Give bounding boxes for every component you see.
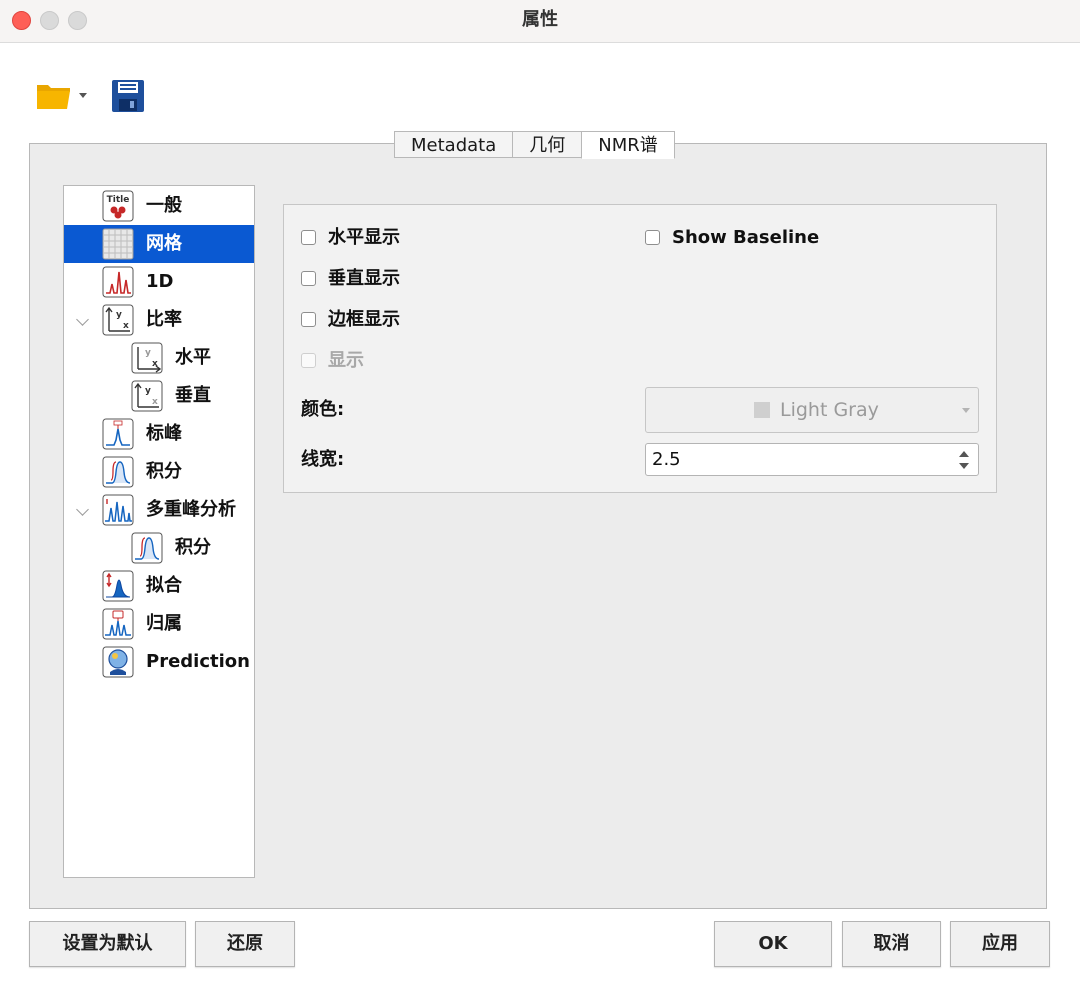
frame-display-label: 边框显示 bbox=[328, 309, 400, 330]
ratio-horizontal-icon: y x bbox=[131, 342, 163, 374]
tree-item-label: 水平 bbox=[175, 347, 211, 368]
tree-item-general[interactable]: Title 一般 bbox=[64, 187, 254, 225]
ok-button[interactable]: OK bbox=[714, 921, 832, 967]
show-label: 显示 bbox=[328, 350, 364, 371]
open-menu-dropdown-icon[interactable] bbox=[79, 93, 87, 98]
integral-icon bbox=[131, 532, 163, 564]
horizontal-display-label: 水平显示 bbox=[328, 227, 400, 248]
set-as-default-button[interactable]: 设置为默认 bbox=[29, 921, 186, 967]
tree-item-multiplet[interactable]: 多重峰分析 bbox=[64, 491, 254, 529]
apply-button[interactable]: 应用 bbox=[950, 921, 1050, 967]
multiplet-icon bbox=[102, 494, 134, 526]
tree-item-label: 拟合 bbox=[146, 575, 182, 596]
integral-icon bbox=[102, 456, 134, 488]
tab-bar: Metadata 几何 NMR谱 bbox=[394, 131, 675, 159]
color-label: 颜色: bbox=[301, 399, 345, 420]
spectrum-1d-icon bbox=[102, 266, 134, 298]
tree-item-ratio[interactable]: y x 比率 bbox=[64, 301, 254, 339]
tree-item-label: Prediction bbox=[146, 651, 250, 672]
horizontal-display-checkbox[interactable] bbox=[301, 230, 316, 245]
decrement-arrow-icon[interactable] bbox=[959, 463, 969, 469]
color-select-value: Light Gray bbox=[780, 399, 879, 421]
color-select[interactable]: Light Gray bbox=[645, 387, 979, 433]
svg-text:y: y bbox=[145, 386, 151, 396]
ratio-icon: y x bbox=[102, 304, 134, 336]
tree-item-integral[interactable]: 积分 bbox=[64, 453, 254, 491]
svg-text:y: y bbox=[145, 348, 151, 358]
svg-text:x: x bbox=[152, 359, 158, 369]
tree-item-label: 网格 bbox=[146, 233, 182, 254]
tab-nmr-spectrum[interactable]: NMR谱 bbox=[581, 131, 675, 159]
tree-item-label: 归属 bbox=[146, 613, 182, 634]
tree-item-grid[interactable]: 网格 bbox=[64, 225, 254, 263]
line-width-input[interactable] bbox=[652, 444, 942, 475]
cancel-button[interactable]: 取消 bbox=[842, 921, 941, 967]
vertical-display-label: 垂直显示 bbox=[328, 268, 400, 289]
chevron-down-icon[interactable] bbox=[76, 313, 89, 326]
svg-text:x: x bbox=[152, 397, 158, 407]
restore-button[interactable]: 还原 bbox=[195, 921, 295, 967]
tree-item-label: 1D bbox=[146, 271, 174, 292]
tree-item-label: 垂直 bbox=[175, 385, 211, 406]
prediction-icon bbox=[102, 646, 134, 678]
tree-item-assignment[interactable]: 归属 bbox=[64, 605, 254, 643]
window-title: 属性 bbox=[522, 9, 558, 30]
tree-item-multiplet-integral[interactable]: 积分 bbox=[64, 529, 254, 567]
open-folder-icon[interactable] bbox=[36, 80, 72, 114]
tree-item-vertical[interactable]: y x 垂直 bbox=[64, 377, 254, 415]
save-icon[interactable] bbox=[111, 79, 145, 117]
tab-metadata[interactable]: Metadata bbox=[394, 131, 513, 158]
tree-item-label: 积分 bbox=[146, 461, 182, 482]
grid-icon bbox=[102, 228, 134, 260]
tree-item-horizontal[interactable]: y x 水平 bbox=[64, 339, 254, 377]
chevron-down-icon[interactable] bbox=[76, 503, 89, 516]
show-checkbox[interactable] bbox=[301, 353, 316, 368]
assignment-icon bbox=[102, 608, 134, 640]
frame-display-checkbox[interactable] bbox=[301, 312, 316, 327]
chevron-down-icon bbox=[962, 408, 970, 413]
tree-item-peak-label[interactable]: 标峰 bbox=[64, 415, 254, 453]
tree-item-label: 积分 bbox=[175, 537, 211, 558]
tree-item-1d[interactable]: 1D bbox=[64, 263, 254, 301]
show-baseline-label: Show Baseline bbox=[672, 227, 820, 248]
line-width-spinbox[interactable] bbox=[645, 443, 979, 476]
category-tree: Title 一般 网格 1D y x 比率 y x 水平 y x 垂直 标峰 积… bbox=[63, 185, 255, 878]
vertical-display-checkbox[interactable] bbox=[301, 271, 316, 286]
tab-geometry[interactable]: 几何 bbox=[512, 131, 582, 158]
tree-item-label: 标峰 bbox=[146, 423, 182, 444]
increment-arrow-icon[interactable] bbox=[959, 451, 969, 457]
color-swatch bbox=[754, 402, 770, 418]
show-baseline-checkbox[interactable] bbox=[645, 230, 660, 245]
ratio-vertical-icon: y x bbox=[131, 380, 163, 412]
fitting-icon bbox=[102, 570, 134, 602]
tree-item-fitting[interactable]: 拟合 bbox=[64, 567, 254, 605]
title-icon: Title bbox=[102, 190, 134, 222]
title-bar: 属性 bbox=[0, 0, 1080, 43]
line-width-label: 线宽: bbox=[301, 449, 345, 470]
svg-text:Title: Title bbox=[107, 195, 130, 205]
tree-item-label: 多重峰分析 bbox=[146, 499, 236, 520]
svg-text:x: x bbox=[123, 321, 129, 331]
peak-label-icon bbox=[102, 418, 134, 450]
tree-item-label: 比率 bbox=[146, 309, 182, 330]
tree-item-prediction[interactable]: Prediction bbox=[64, 643, 254, 681]
svg-text:y: y bbox=[116, 310, 122, 320]
tree-item-label: 一般 bbox=[146, 195, 182, 216]
